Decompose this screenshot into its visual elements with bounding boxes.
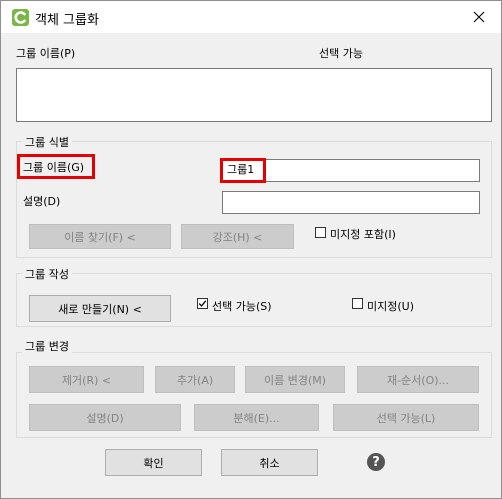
include-unnamed-label: 미지정 포함(I) [330, 228, 396, 241]
reorder-button[interactable]: 재-순서(O)... [357, 366, 479, 393]
description-button[interactable]: 설명(D) [29, 404, 181, 431]
highlight-box-name-input [220, 158, 266, 183]
ok-button[interactable]: 확인 [105, 449, 202, 476]
description-label: 설명(D) [23, 195, 61, 208]
group-create-title: 그룹 작성 [22, 266, 72, 282]
find-name-button[interactable]: 이름 찾기(F) < [29, 224, 171, 249]
group-objects-dialog: 객체 그룹화 그룹 이름(P) 선택 가능 그룹 식별 그룹 이름(G) 그룹1… [0, 0, 502, 499]
group-modify-title: 그룹 변경 [22, 338, 72, 354]
group-name-list-label: 그룹 이름(P) [16, 47, 76, 60]
close-button[interactable] [461, 5, 497, 29]
unnamed-checkbox[interactable] [352, 298, 363, 309]
include-unnamed-checkbox[interactable] [315, 227, 326, 238]
help-icon[interactable]: ? [367, 453, 385, 471]
selectable-label: 선택 가능(S) [212, 300, 272, 313]
add-button[interactable]: 추가(A) [155, 366, 235, 393]
remove-button[interactable]: 제거(R) < [29, 366, 144, 393]
rename-button[interactable]: 이름 변경(M) [245, 366, 345, 393]
selectable-toggle-button[interactable]: 선택 가능(L) [333, 404, 479, 431]
selectable-checkbox[interactable] [197, 298, 208, 309]
title-bar: 객체 그룹화 [1, 1, 501, 33]
unnamed-label: 미지정(U) [367, 300, 414, 313]
highlight-button[interactable]: 강조(H) < [181, 224, 294, 249]
close-icon [473, 11, 485, 23]
explode-button[interactable]: 분해(E)... [194, 404, 319, 431]
checkmark-icon [198, 300, 207, 307]
highlight-box-name-label [17, 154, 95, 179]
new-group-button[interactable]: 새로 만들기(N) < [29, 295, 171, 322]
app-logo-icon [12, 9, 29, 26]
window-title: 객체 그룹화 [35, 13, 99, 28]
cancel-button[interactable]: 취소 [221, 449, 318, 476]
selectable-column-label: 선택 가능 [319, 47, 363, 60]
group-identify-title: 그룹 식별 [22, 134, 72, 150]
description-input[interactable] [222, 191, 480, 214]
group-name-list[interactable] [16, 68, 492, 122]
